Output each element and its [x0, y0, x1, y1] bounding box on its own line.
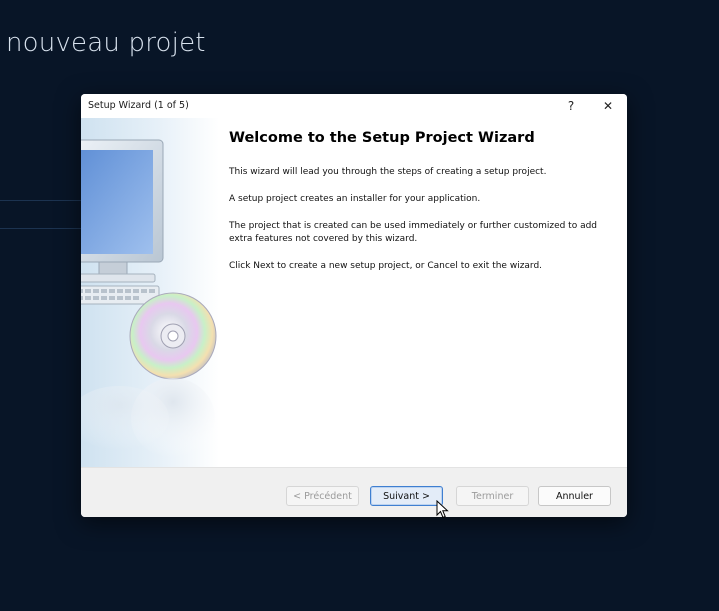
- computer-cd-illustration: [81, 139, 217, 458]
- dialog-titlebar[interactable]: Setup Wizard (1 of 5) ? ✕: [81, 94, 627, 118]
- cancel-button[interactable]: Annuler: [538, 486, 611, 506]
- help-icon: ?: [567, 99, 575, 113]
- background-divider: [0, 200, 82, 201]
- wizard-heading: Welcome to the Setup Project Wizard: [229, 130, 535, 146]
- wizard-side-image: [81, 118, 219, 468]
- wizard-paragraph: A setup project creates an installer for…: [229, 194, 481, 204]
- wizard-paragraph: The project that is created can be used …: [229, 221, 598, 244]
- wizard-content: Welcome to the Setup Project Wizard This…: [229, 130, 609, 287]
- wizard-paragraph: This wizard will lead you through the st…: [229, 167, 547, 177]
- background-page-title: nouveau projet: [6, 28, 206, 58]
- close-icon: ✕: [602, 99, 614, 113]
- previous-button[interactable]: < Précédent: [286, 486, 359, 506]
- help-button[interactable]: ?: [553, 94, 589, 118]
- wizard-footer: < Précédent Suivant > Terminer Annuler: [81, 467, 627, 517]
- setup-wizard-dialog: Setup Wizard (1 of 5) ? ✕ Welcome to the…: [81, 94, 627, 517]
- close-button[interactable]: ✕: [590, 94, 626, 118]
- finish-button[interactable]: Terminer: [456, 486, 529, 506]
- background-divider: [0, 228, 82, 229]
- mouse-cursor-icon: [436, 500, 449, 519]
- next-button[interactable]: Suivant >: [370, 486, 443, 506]
- wizard-paragraph: Click Next to create a new setup project…: [229, 261, 543, 271]
- dialog-title: Setup Wizard (1 of 5): [88, 100, 189, 111]
